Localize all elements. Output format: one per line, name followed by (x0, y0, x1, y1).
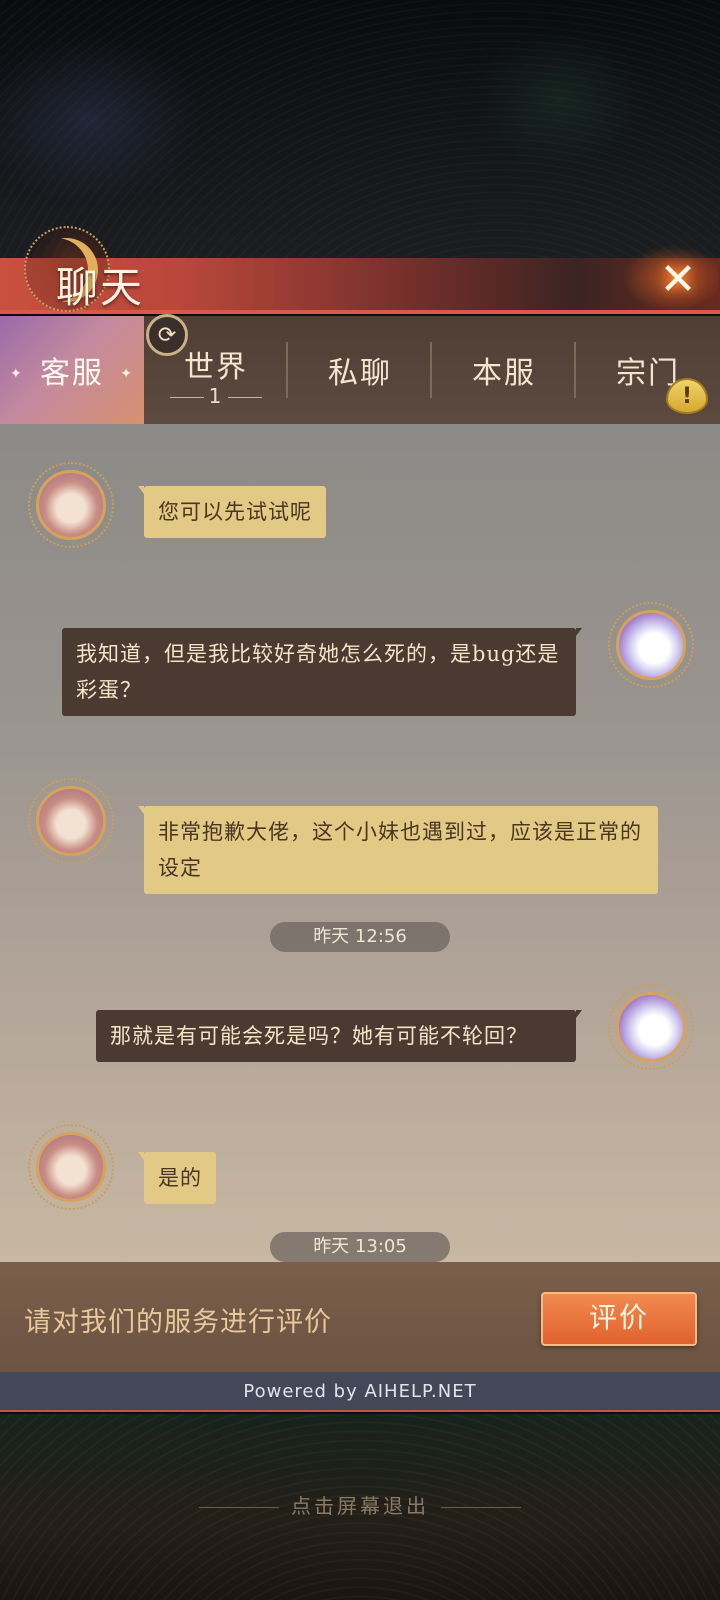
tab-label: 客服 (40, 356, 104, 391)
agent-avatar (28, 462, 114, 548)
agent-avatar (28, 1124, 114, 1210)
top-background (0, 0, 720, 260)
alert-icon[interactable]: ! (666, 378, 708, 414)
timestamp: 昨天 12:56 (270, 922, 450, 952)
close-button[interactable]: ✕ (652, 254, 704, 306)
chat-bubble-user: 那就是有可能会死是吗？她有可能不轮回？ (96, 1010, 582, 1062)
page-title: 聊天 (56, 263, 145, 312)
agent-avatar (28, 778, 114, 864)
tab-private[interactable]: 私聊 (288, 316, 432, 424)
tab-bar: ✦ 客服 ✦ 世界 1 私聊 本服 宗门 (0, 316, 720, 424)
tab-world-count: 1 (144, 384, 288, 408)
tab-server[interactable]: 本服 (432, 316, 576, 424)
exit-hint[interactable]: 点击屏幕退出 (0, 1490, 720, 1519)
user-avatar (608, 984, 694, 1070)
rating-prompt: 请对我们的服务进行评价 (24, 1307, 332, 1338)
rating-bar: 请对我们的服务进行评价 评价 (0, 1262, 720, 1372)
chat-bubble-agent: 非常抱歉大佬，这个小妹也遇到过，应该是正常的设定 (138, 806, 658, 894)
diamond-icon: ✦ (120, 366, 134, 382)
chat-area[interactable]: 您可以先试试呢 我知道，但是我比较好奇她怎么死的，是bug还是彩蛋？ 非常抱歉大… (0, 424, 720, 1262)
rate-button[interactable]: 评价 (541, 1292, 697, 1346)
tab-label: 世界 (184, 350, 248, 385)
chat-bubble-agent: 是的 (138, 1152, 216, 1204)
tab-customer-service[interactable]: ✦ 客服 ✦ (0, 316, 144, 424)
diamond-icon: ✦ (10, 366, 24, 382)
tab-label: 本服 (472, 356, 536, 391)
close-icon: ✕ (659, 254, 697, 305)
timestamp: 昨天 13:05 (270, 1232, 450, 1262)
chat-bubble-user: 我知道，但是我比较好奇她怎么死的，是bug还是彩蛋？ (62, 628, 582, 716)
chat-bubble-agent: 您可以先试试呢 (138, 486, 326, 538)
powered-by[interactable]: Powered by AIHELP.NET (0, 1372, 720, 1412)
user-avatar (608, 602, 694, 688)
divider (199, 1507, 279, 1508)
tab-label: 私聊 (328, 356, 392, 391)
divider (441, 1507, 521, 1508)
refresh-icon[interactable]: ⟳ (146, 314, 188, 356)
exit-hint-text: 点击屏幕退出 (291, 1494, 429, 1518)
